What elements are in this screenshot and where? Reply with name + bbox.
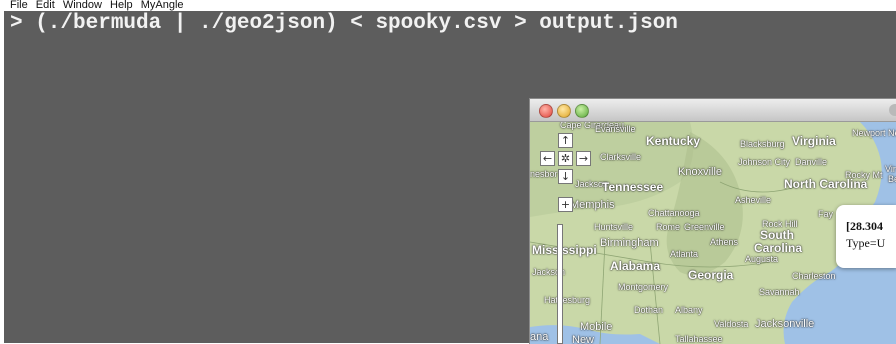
- map-label: Rome: [656, 222, 681, 232]
- map-label: Augusta: [745, 254, 779, 264]
- menu-window[interactable]: Window: [63, 0, 102, 11]
- map-label: Johnson City: [738, 157, 791, 167]
- map-label: Be: [888, 174, 896, 184]
- zoom-slider[interactable]: [557, 224, 563, 344]
- map-label: Chattanooga: [648, 208, 700, 218]
- map-label: Mississippi: [532, 243, 597, 257]
- map-label: Kentucky: [646, 134, 701, 148]
- map-label: Virginia: [792, 134, 836, 148]
- map-label: Blacksburg: [740, 139, 785, 149]
- map-label: Huntsville: [594, 222, 634, 232]
- close-icon[interactable]: [539, 104, 553, 118]
- pan-down-button[interactable]: ↓: [558, 169, 573, 184]
- pan-left-button[interactable]: ←: [540, 151, 555, 166]
- popup-type: Type=U: [846, 236, 886, 250]
- zoom-in-button[interactable]: +: [558, 197, 573, 212]
- map-label: Clarksville: [600, 152, 642, 162]
- popup-coordinates: [28.304: [846, 219, 883, 233]
- map-label: Newport News: [852, 128, 896, 138]
- map-label: Valdosta: [714, 319, 749, 329]
- map-label: North Carolina: [784, 177, 868, 191]
- menu-file[interactable]: File: [10, 0, 28, 11]
- map-label: Tennessee: [602, 180, 664, 194]
- map-window: Cape Girardeau Evansville Kentucky Virgi…: [529, 98, 896, 344]
- pan-center-button[interactable]: ✲: [558, 151, 573, 166]
- map-label: Carolina: [754, 241, 803, 255]
- map-label: Greenville: [684, 222, 725, 232]
- pan-up-button[interactable]: ↑: [558, 133, 573, 148]
- map-label: Fay: [818, 209, 834, 219]
- map-label: Jacksonville: [755, 318, 815, 330]
- menu-myangle[interactable]: MyAngle: [141, 0, 184, 11]
- zoom-icon[interactable]: [575, 104, 589, 118]
- map-label: Alabama: [610, 259, 661, 273]
- map-label: Birmingham: [600, 237, 659, 249]
- map-view[interactable]: Cape Girardeau Evansville Kentucky Virgi…: [530, 122, 896, 344]
- map-label: Evansville: [595, 124, 636, 134]
- map-label: South: [760, 228, 794, 242]
- info-popup: [28.304 Type=U: [836, 205, 896, 268]
- toolbar-toggle[interactable]: [889, 104, 896, 116]
- map-label: Hattiesburg: [544, 295, 591, 305]
- map-label: Atlanta: [670, 249, 699, 259]
- map-label: Danville: [795, 157, 828, 167]
- map-label: Athens: [710, 237, 739, 247]
- map-label: ana: [530, 331, 549, 343]
- map-label: Dothan: [634, 305, 664, 315]
- map-label: Albany: [675, 305, 703, 315]
- map-label: nesbor: [530, 169, 558, 179]
- map-window-titlebar[interactable]: [530, 99, 896, 122]
- map-label: Knoxville: [678, 166, 723, 178]
- map-label: Charleston: [792, 271, 836, 281]
- map-label: Asheville: [735, 195, 772, 205]
- menu-edit[interactable]: Edit: [36, 0, 55, 11]
- map-label: Mobile: [580, 321, 613, 333]
- map-label: Memphis: [570, 199, 615, 211]
- minimize-icon[interactable]: [557, 104, 571, 118]
- menu-bar: File Edit Window Help MyAngle: [0, 0, 896, 11]
- pan-right-button[interactable]: →: [576, 151, 591, 166]
- map-label: Montgomery: [618, 282, 669, 292]
- terminal-command: > (./bermuda | ./geo2json) < spooky.csv …: [10, 12, 678, 35]
- map-label: Vir: [885, 164, 896, 174]
- map-label: Savannah: [759, 287, 800, 297]
- map-label: Georgia: [688, 268, 734, 282]
- menu-help[interactable]: Help: [110, 0, 133, 11]
